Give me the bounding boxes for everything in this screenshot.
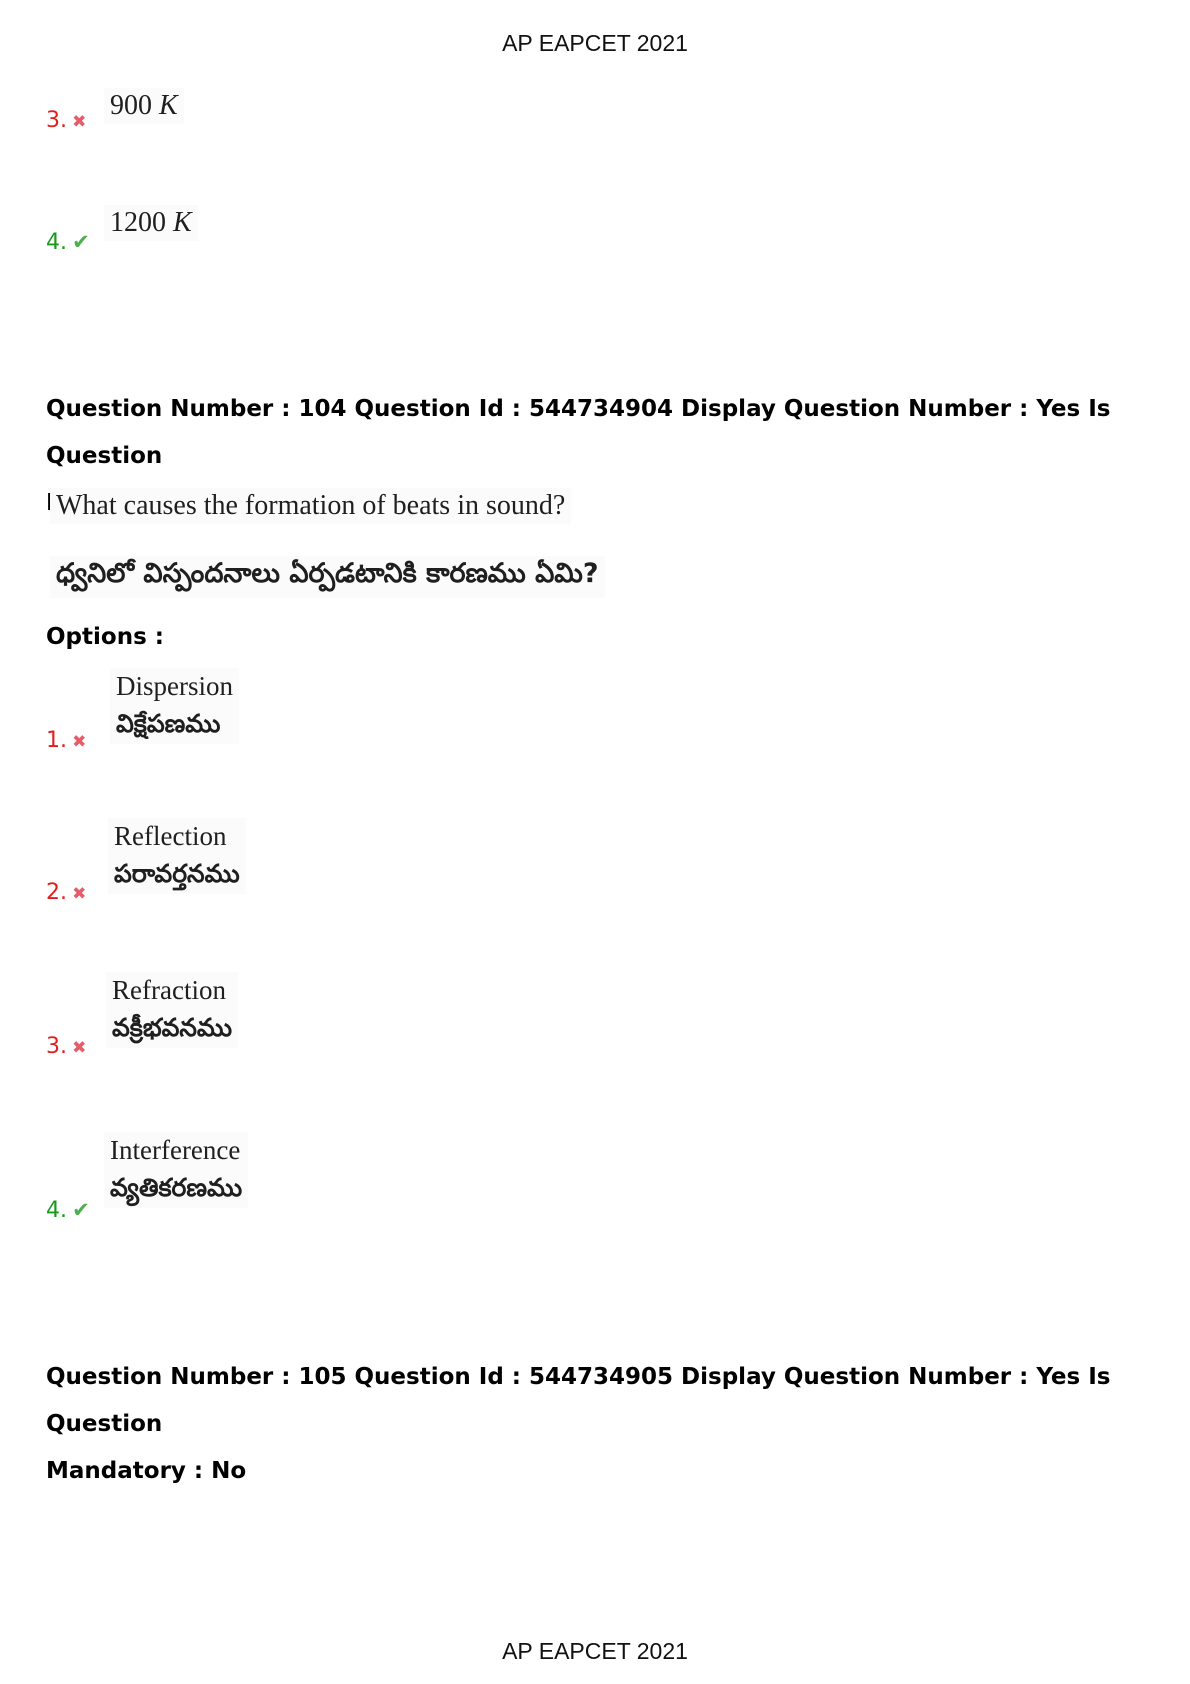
options-label: Options : [46, 624, 164, 650]
cross-icon: ✖ [72, 112, 87, 132]
prev-option-4-value: 1200 K [104, 205, 198, 241]
question-meta-line: Question Number : 105 Question Id : 5447… [46, 1364, 1111, 1437]
option-text-telugu: పరావర్తనము [114, 859, 240, 888]
option-text-english: Interference [110, 1135, 241, 1165]
check-icon: ✔ [72, 1198, 90, 1222]
option-text-english: Refraction [112, 975, 226, 1005]
prev-option-3: 3. ✖ [46, 108, 86, 133]
option-value: 900 [110, 90, 152, 121]
cross-icon: ✖ [72, 884, 87, 904]
option-4-marker: 4. ✔ [46, 1198, 90, 1223]
page-header: AP EAPCET 2021 [502, 30, 688, 56]
option-1-marker: 1. ✖ [46, 728, 86, 753]
question-text-english: What causes the formation of beats in so… [50, 488, 572, 524]
option-3-content: Refraction వక్రీభవనము [106, 972, 239, 1048]
page-footer: AP EAPCET 2021 [502, 1638, 688, 1664]
cross-icon: ✖ [72, 732, 87, 752]
check-icon: ✔ [72, 230, 90, 254]
option-number: 3. [46, 108, 67, 133]
option-text-english: Reflection [114, 821, 227, 851]
question-meta-line: Question Number : 104 Question Id : 5447… [46, 396, 1111, 469]
option-2-content: Reflection పరావర్తనము [108, 818, 246, 894]
option-number: 3. [46, 1034, 67, 1059]
question-mandatory-line: Mandatory : No [46, 1458, 247, 1484]
prev-option-3-value: 900 K [104, 88, 184, 124]
option-value: 1200 [110, 207, 166, 238]
question-text-telugu: ధ్వనిలో విస్పందనాలు ఏర్పడటానికి కారణము ఏ… [50, 556, 605, 598]
option-4-content: Interference వ్యతికరణము [104, 1132, 249, 1208]
option-2-marker: 2. ✖ [46, 880, 86, 905]
option-1-content: Dispersion విక్షేపణము [110, 668, 239, 744]
prev-option-4: 4. ✔ [46, 230, 90, 255]
option-unit: K [159, 90, 178, 121]
option-number: 2. [46, 880, 67, 905]
question-105-header: Question Number : 105 Question Id : 5447… [46, 1354, 1156, 1495]
option-text-telugu: వక్రీభవనము [112, 1013, 233, 1042]
cross-icon: ✖ [72, 1038, 87, 1058]
option-text-telugu: వ్యతికరణము [110, 1173, 243, 1202]
option-unit: K [173, 207, 192, 238]
option-number: 1. [46, 728, 67, 753]
option-number: 4. [46, 230, 67, 255]
option-text-english: Dispersion [116, 671, 233, 701]
option-3-marker: 3. ✖ [46, 1034, 86, 1059]
option-number: 4. [46, 1198, 67, 1223]
option-text-telugu: విక్షేపణము [116, 709, 221, 738]
